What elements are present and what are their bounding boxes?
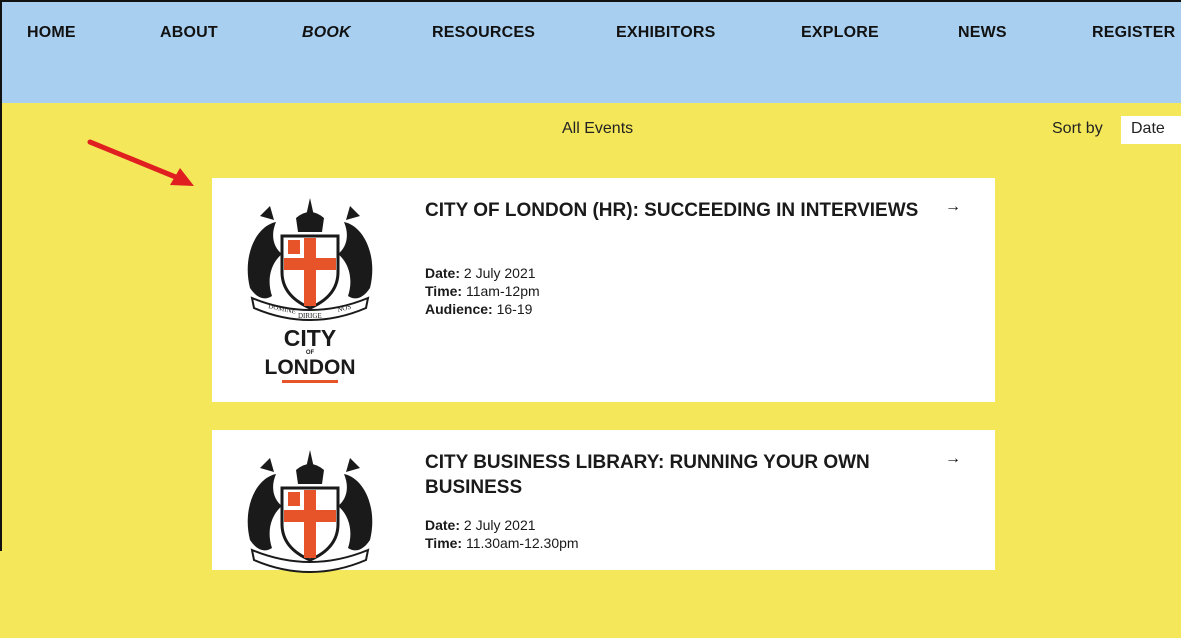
event-card[interactable]: CITY BUSINESS LIBRARY: RUNNING YOUR OWN … <box>212 430 995 573</box>
nav-about[interactable]: ABOUT <box>160 24 218 42</box>
city-of-london-crest-icon: DOMINE DIRIGE NOS CITY OF LONDON <box>247 198 373 383</box>
annotation-arrow-icon <box>87 139 194 186</box>
all-events-filter[interactable]: All Events <box>562 120 633 138</box>
event-card[interactable]: DOMINE DIRIGE NOS CITY OF LONDON CITY OF… <box>212 178 995 402</box>
time-label: Time: <box>425 535 463 551</box>
event-title[interactable]: CITY BUSINESS LIBRARY: RUNNING YOUR OWN … <box>425 450 945 500</box>
event-title[interactable]: CITY OF LONDON (HR): SUCCEEDING IN INTER… <box>425 198 945 223</box>
nav-home[interactable]: HOME <box>27 24 76 42</box>
nav-explore[interactable]: EXPLORE <box>801 24 879 42</box>
nav-register[interactable]: REGISTER <box>1092 24 1175 42</box>
arrow-right-icon[interactable]: → <box>945 450 961 468</box>
svg-text:CITY: CITY <box>284 325 336 351</box>
sort-select[interactable]: Date <box>1121 116 1181 144</box>
audience-label: Audience: <box>425 301 493 317</box>
nav-news[interactable]: NEWS <box>958 24 1007 42</box>
time-value: 11.30am-12.30pm <box>465 535 579 551</box>
svg-text:DIRIGE: DIRIGE <box>298 312 322 320</box>
arrow-right-icon[interactable]: → <box>945 198 961 216</box>
event-audience: Audience: 16-19 <box>425 300 532 318</box>
nav-exhibitors[interactable]: EXHIBITORS <box>616 24 716 42</box>
nav-book[interactable]: BOOK <box>302 24 351 42</box>
date-value: 2 July 2021 <box>463 517 536 533</box>
svg-text:LONDON: LONDON <box>265 356 356 379</box>
date-label: Date: <box>425 265 461 281</box>
city-of-london-crest-icon <box>247 450 373 573</box>
event-date: Date: 2 July 2021 <box>425 516 536 534</box>
nav-resources[interactable]: RESOURCES <box>432 24 535 42</box>
sort-by-label: Sort by <box>1052 120 1103 137</box>
date-label: Date: <box>425 517 461 533</box>
time-label: Time: <box>425 283 463 299</box>
event-time: Time: 11.30am-12.30pm <box>425 534 579 552</box>
audience-value: 16-19 <box>496 301 533 317</box>
top-navigation: HOME ABOUT BOOK RESOURCES EXHIBITORS EXP… <box>0 0 1181 103</box>
time-value: 11am-12pm <box>465 283 540 299</box>
date-value: 2 July 2021 <box>463 265 536 281</box>
event-date: Date: 2 July 2021 <box>425 264 536 282</box>
event-time: Time: 11am-12pm <box>425 282 540 300</box>
